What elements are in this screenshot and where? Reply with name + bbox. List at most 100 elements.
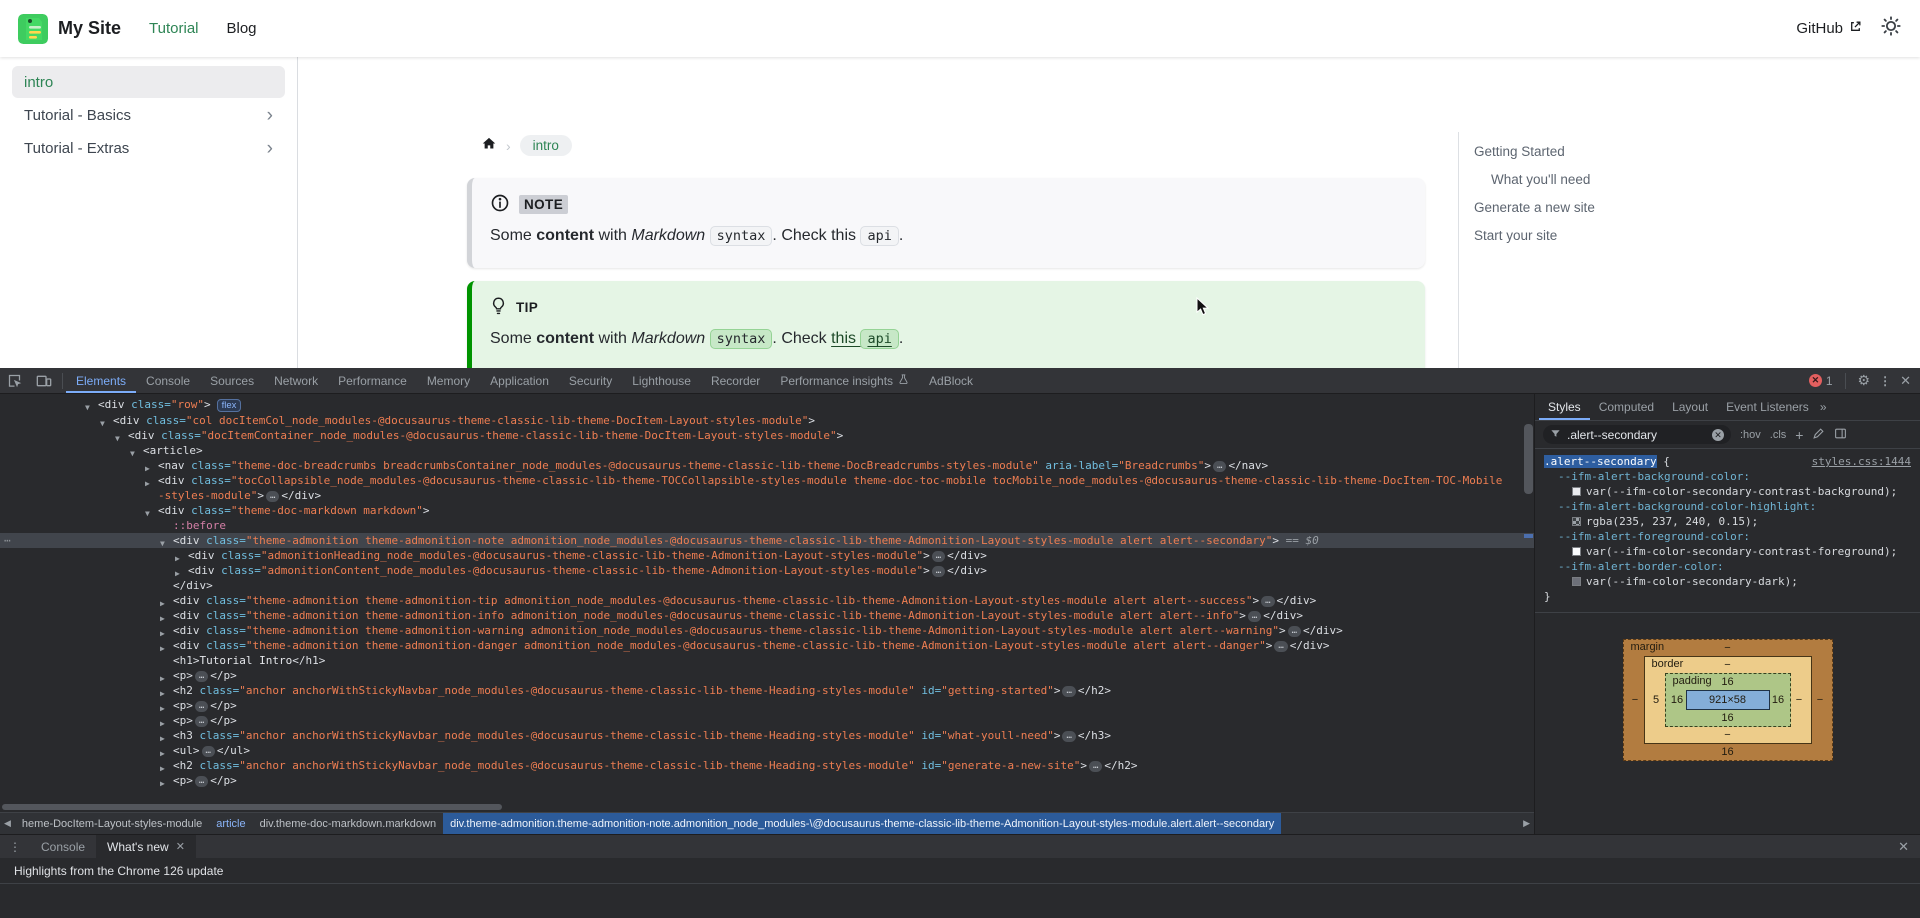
stylesheet-link[interactable]: styles.css:1444 <box>1812 454 1911 469</box>
breadcrumb-current[interactable]: intro <box>520 135 572 156</box>
inline-expand-button[interactable]: … <box>1248 611 1261 622</box>
dom-tree-row[interactable]: ▶<div class="theme-admonition theme-admo… <box>0 623 1534 638</box>
styles-tab[interactable]: Computed <box>1590 394 1663 420</box>
rendering-emulations-icon[interactable] <box>1812 427 1825 443</box>
inspect-element-icon[interactable] <box>0 368 29 393</box>
padding-left-value[interactable]: 16 <box>1669 694 1686 706</box>
nav-link[interactable]: Tutorial <box>149 20 198 37</box>
dom-tree-row[interactable]: ▶<p>…</p> <box>0 713 1534 728</box>
crumbs-scroll-right-icon[interactable]: ▶ <box>1519 818 1534 829</box>
color-swatch-icon[interactable] <box>1572 487 1581 496</box>
styles-tab[interactable]: Event Listeners <box>1717 394 1818 420</box>
toggle-hover-state-button[interactable]: :hov <box>1740 429 1761 441</box>
inline-expand-button[interactable]: … <box>195 716 208 727</box>
inline-expand-button[interactable]: … <box>195 671 208 682</box>
devtools-tab[interactable]: Performance <box>328 368 417 393</box>
dom-tree-row[interactable]: ▶<div class="theme-admonition theme-admo… <box>0 638 1534 653</box>
clear-filter-icon[interactable]: ✕ <box>1712 429 1724 441</box>
nav-link[interactable]: Blog <box>227 20 257 37</box>
devtools-tab[interactable]: Recorder <box>701 368 770 393</box>
dom-tree-row[interactable]: ▶<div class="theme-admonition theme-admo… <box>0 608 1534 623</box>
css-selector-line[interactable]: .alert--secondary { <box>1544 454 1670 469</box>
dom-tree-row[interactable]: ▶<p>…</p> <box>0 668 1534 683</box>
crumbs-scroll-left-icon[interactable]: ◀ <box>0 818 15 829</box>
error-badge[interactable]: ✕ 1 <box>1809 374 1833 388</box>
inline-expand-button[interactable]: … <box>195 776 208 787</box>
sidebar-item[interactable]: Tutorial - Extras› <box>12 132 285 164</box>
devtools-tab[interactable]: AdBlock <box>919 368 983 393</box>
drawer-tab[interactable]: Console <box>30 835 96 858</box>
css-declaration[interactable]: --ifm-alert-background-color:var(--ifm-c… <box>1544 469 1911 499</box>
home-icon[interactable] <box>481 136 497 156</box>
inline-expand-button[interactable]: … <box>1062 731 1075 742</box>
dom-tree-row[interactable]: </div> <box>0 578 1534 593</box>
devtools-tab[interactable]: Application <box>480 368 559 393</box>
expand-arrow-icon[interactable]: ▶ <box>145 476 150 491</box>
drawer-more-icon[interactable]: ⋮ <box>0 840 30 854</box>
css-declaration[interactable]: --ifm-alert-border-color:var(--ifm-color… <box>1544 559 1911 589</box>
toc-item[interactable]: Generate a new site <box>1474 200 1718 215</box>
theme-toggle-button[interactable] <box>1880 15 1902 42</box>
toc-item[interactable]: Start your site <box>1474 228 1718 243</box>
styles-tab[interactable]: Styles <box>1539 394 1590 420</box>
padding-right-value[interactable]: 16 <box>1770 694 1787 706</box>
whats-new-highlight[interactable]: Highlights from the Chrome 126 update <box>0 858 1920 884</box>
settings-gear-icon[interactable]: ⚙ <box>1858 372 1871 389</box>
color-swatch-icon[interactable] <box>1572 517 1581 526</box>
inline-expand-button[interactable]: … <box>1089 761 1102 772</box>
toc-item[interactable]: What you'll need <box>1474 172 1718 187</box>
inline-expand-button[interactable]: … <box>202 746 215 757</box>
flex-badge[interactable]: flex <box>217 399 242 412</box>
element-crumb[interactable]: div.theme-admonition.theme-admonition-no… <box>443 813 1281 834</box>
dom-tree-row[interactable]: ▶<nav class="theme-doc-breadcrumbs bread… <box>0 458 1534 473</box>
inline-expand-button[interactable]: … <box>1062 686 1075 697</box>
close-drawer-icon[interactable]: ✕ <box>1898 839 1920 855</box>
dom-tree-row[interactable]: ▼<div class="theme-doc-markdown markdown… <box>0 503 1534 518</box>
site-brand[interactable]: My Site <box>18 14 121 44</box>
devtools-tab[interactable]: Sources <box>200 368 264 393</box>
close-devtools-icon[interactable]: ✕ <box>1900 373 1911 389</box>
close-tab-icon[interactable]: ✕ <box>176 840 185 853</box>
new-style-rule-button[interactable]: + <box>1795 427 1803 443</box>
inline-expand-button[interactable]: … <box>1261 596 1274 607</box>
inline-expand-button[interactable]: … <box>195 701 208 712</box>
dom-tree-row[interactable]: ▼⋯<div class="theme-admonition theme-adm… <box>0 533 1534 548</box>
sidebar-item[interactable]: intro <box>12 66 285 98</box>
box-model[interactable]: margin − − border − 5 <box>1623 639 1833 761</box>
toggle-classes-button[interactable]: .cls <box>1770 429 1787 441</box>
horizontal-scrollbar[interactable] <box>0 802 1534 812</box>
scrollbar-thumb[interactable] <box>2 804 502 810</box>
styles-tab[interactable]: Layout <box>1663 394 1717 420</box>
inline-expand-button[interactable]: … <box>932 551 945 562</box>
element-crumb[interactable]: heme-DocItem-Layout-styles-module <box>15 818 209 830</box>
dom-tree-row[interactable]: ▶<div class="tocCollapsible_node_modules… <box>0 473 1534 503</box>
devtools-tab[interactable]: Elements <box>66 368 136 393</box>
styles-filter-input[interactable]: .alert--secondary ✕ <box>1543 425 1731 444</box>
color-swatch-icon[interactable] <box>1572 577 1581 586</box>
dom-tree-row[interactable]: ▶<div class="theme-admonition theme-admo… <box>0 593 1534 608</box>
dom-tree-row[interactable]: <h1>Tutorial Intro</h1> <box>0 653 1534 668</box>
inline-expand-button[interactable]: … <box>932 566 945 577</box>
border-right-value[interactable]: − <box>1791 694 1808 706</box>
content-size-value[interactable]: 921×58 <box>1686 690 1770 710</box>
dom-tree-row[interactable]: ▼<div class="docItemContainer_node_modul… <box>0 428 1534 443</box>
dom-tree-row[interactable]: ▼<div class="row">flex <box>0 397 1534 413</box>
github-link[interactable]: GitHub <box>1796 20 1862 37</box>
inline-expand-button[interactable]: … <box>1274 641 1287 652</box>
inline-expand-button[interactable]: … <box>266 491 279 502</box>
devtools-tab[interactable]: Console <box>136 368 200 393</box>
tabs-overflow-icon[interactable]: » <box>1820 400 1826 414</box>
sidebar-item[interactable]: Tutorial - Basics› <box>12 99 285 131</box>
dom-tree-row[interactable]: ▼<article> <box>0 443 1534 458</box>
border-left-value[interactable]: 5 <box>1648 694 1665 706</box>
css-declaration[interactable]: --ifm-alert-foreground-color:var(--ifm-c… <box>1544 529 1911 559</box>
inline-link[interactable]: this api <box>831 330 899 347</box>
devtools-tab[interactable]: Network <box>264 368 328 393</box>
inline-expand-button[interactable]: … <box>1288 626 1301 637</box>
site-title[interactable]: My Site <box>58 18 121 39</box>
dom-tree-row[interactable]: ▶<p>…</p> <box>0 773 1534 788</box>
dom-tree-row[interactable]: ▶<h2 class="anchor anchorWithStickyNavba… <box>0 683 1534 698</box>
chevron-right-icon[interactable]: › <box>267 106 273 125</box>
dom-tree-row[interactable]: ▶<h2 class="anchor anchorWithStickyNavba… <box>0 758 1534 773</box>
element-crumb[interactable]: article <box>209 818 252 830</box>
